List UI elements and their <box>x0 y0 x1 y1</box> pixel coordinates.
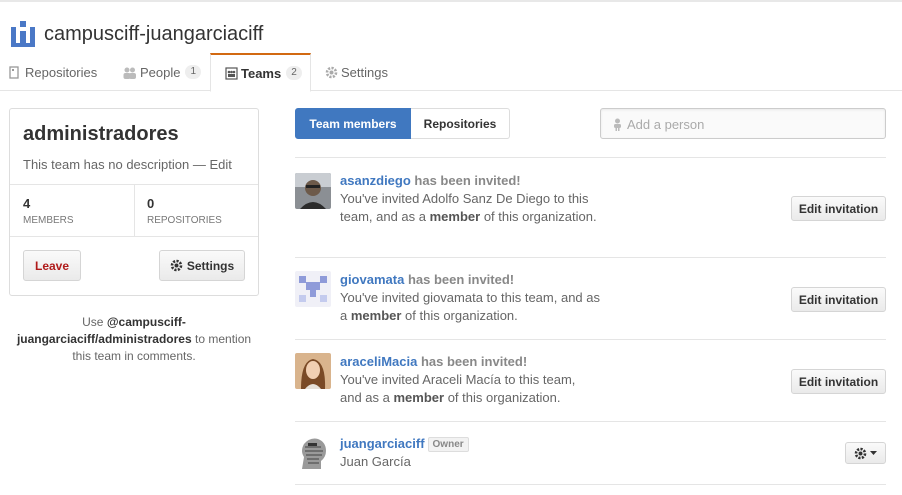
list-item: juangarciaciff Owner Juan García <box>295 421 886 485</box>
description-separator: — <box>189 157 210 172</box>
members-list: asanzdiego has been invited! You've invi… <box>295 157 886 485</box>
team-name: administradores <box>23 123 179 145</box>
member-info: asanzdiego has been invited! You've invi… <box>340 172 600 226</box>
tab-label: Teams <box>241 65 282 81</box>
repo-icon <box>9 65 22 79</box>
members-count: 4 <box>23 196 31 211</box>
top-border <box>0 0 902 2</box>
org-tabs: Repositories People 1 Teams 2 Settings <box>0 53 902 92</box>
invite-status: has been invited! <box>420 354 528 369</box>
add-person-field <box>600 108 886 139</box>
edit-invitation-button[interactable]: Edit invitation <box>791 369 886 394</box>
invite-status: has been invited! <box>407 272 515 287</box>
invite-text-end: of this organization. <box>401 308 518 323</box>
leave-button[interactable]: Leave <box>23 250 81 281</box>
owner-badge: Owner <box>427 437 469 452</box>
tab-settings[interactable]: Settings <box>325 53 388 91</box>
tab-teams[interactable]: Teams 2 <box>210 53 311 92</box>
repositories-label: Repositories <box>147 215 222 226</box>
list-item: araceliMacia has been invited! You've in… <box>295 339 886 421</box>
tab-repositories[interactable]: Repositories <box>9 53 97 91</box>
avatar[interactable] <box>295 271 331 307</box>
member-info: araceliMacia has been invited! You've in… <box>340 353 600 407</box>
team-members-button[interactable]: Team members <box>295 108 411 139</box>
settings-label: Settings <box>186 258 235 273</box>
team-description: This team has no description — Edit <box>23 157 232 172</box>
teams-counter: 2 <box>286 66 302 80</box>
gear-icon <box>325 66 338 79</box>
members-label: Members <box>23 215 74 226</box>
invite-text-end: of this organization. <box>480 209 597 224</box>
team-card: administradores This team has no descrip… <box>9 108 259 296</box>
edit-invitation-button[interactable]: Edit invitation <box>791 196 886 221</box>
avatar[interactable] <box>295 173 331 209</box>
avatar[interactable] <box>295 353 331 389</box>
gear-icon <box>170 259 183 272</box>
org-logo[interactable] <box>10 21 36 47</box>
teams-icon <box>225 66 238 80</box>
list-item: giovamata has been invited! You've invit… <box>295 257 886 339</box>
avatar[interactable] <box>295 435 331 471</box>
mention-prefix: Use <box>82 315 107 329</box>
gear-icon <box>854 447 867 460</box>
description-text: This team has no description <box>23 157 190 172</box>
team-settings-button[interactable]: Settings <box>159 250 245 281</box>
member-full-name: Juan García <box>340 454 411 469</box>
org-header: campusciff-juangarciaciff <box>10 18 263 50</box>
team-repositories-button[interactable]: Repositories <box>411 108 510 139</box>
member-username[interactable]: giovamata <box>340 272 404 287</box>
tab-label: Settings <box>341 64 388 80</box>
edit-invitation-button[interactable]: Edit invitation <box>791 287 886 312</box>
member-role: member <box>350 308 402 323</box>
member-username[interactable]: araceliMacia <box>340 354 417 369</box>
member-info: giovamata has been invited! You've invit… <box>340 271 600 325</box>
member-username[interactable]: asanzdiego <box>340 173 411 188</box>
team-stats: 4 Members 0 Repositories <box>10 184 258 237</box>
team-view-switch: Team members Repositories <box>295 108 510 139</box>
repositories-count: 0 <box>147 196 155 211</box>
org-name[interactable]: campusciff-juangarciaciff <box>44 23 263 46</box>
people-icon <box>122 66 137 79</box>
invite-status: has been invited! <box>414 173 521 188</box>
member-options-button[interactable] <box>845 442 886 464</box>
member-role: member <box>429 209 481 224</box>
members-stat[interactable]: 4 Members <box>10 185 134 237</box>
list-item: asanzdiego has been invited! You've invi… <box>295 157 886 257</box>
chevron-down-icon <box>870 451 877 455</box>
tab-label: Repositories <box>25 64 98 80</box>
invite-text-end: of this organization. <box>444 390 561 405</box>
add-person-input[interactable] <box>627 113 877 135</box>
person-icon <box>613 118 622 131</box>
member-username[interactable]: juangarciaciff <box>340 436 425 451</box>
repositories-stat[interactable]: 0 Repositories <box>135 185 258 237</box>
tab-people[interactable]: People 1 <box>122 53 202 91</box>
tab-label: People <box>140 64 181 80</box>
member-role: member <box>393 390 445 405</box>
member-info: juangarciaciff Owner Juan García <box>340 435 640 471</box>
mention-hint: Use @campusciff-juangarciaciff/administr… <box>9 314 259 365</box>
people-counter: 1 <box>185 65 202 79</box>
edit-description-link[interactable]: Edit <box>209 157 231 172</box>
